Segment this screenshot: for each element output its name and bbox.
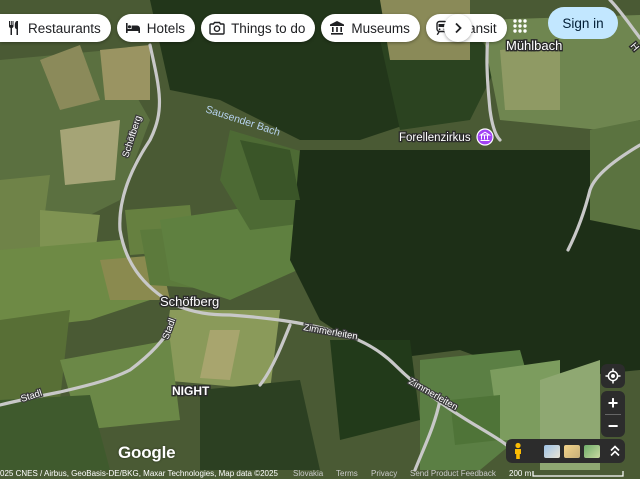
map-attribution: 025 CNES / Airbus, GeoBasis-DE/BKG, Maxa… bbox=[0, 469, 278, 478]
chip-things-to-do[interactable]: Things to do bbox=[201, 14, 316, 42]
zoom-out-button[interactable]: − bbox=[601, 415, 625, 437]
bed-icon bbox=[125, 23, 140, 33]
scale-bar bbox=[532, 471, 624, 477]
chip-label: Restaurants bbox=[28, 20, 101, 36]
my-location-button[interactable] bbox=[601, 364, 625, 388]
scale-label[interactable]: 200 m bbox=[509, 469, 531, 479]
chips-next-button[interactable] bbox=[444, 14, 472, 42]
camera-icon bbox=[209, 21, 225, 35]
footer-feedback-link[interactable]: Send Product Feedback bbox=[410, 469, 496, 479]
place-label-night[interactable]: NIGHT bbox=[171, 383, 212, 400]
chip-label: Museums bbox=[351, 20, 410, 36]
footer-privacy-link[interactable]: Privacy bbox=[371, 469, 397, 479]
zoom-controls: + − bbox=[601, 391, 625, 437]
layer-thumb-transit[interactable] bbox=[584, 444, 600, 458]
zoom-in-button[interactable]: + bbox=[601, 392, 625, 414]
satellite-map[interactable]: Sausender Bach Schöfberg Zimmerleiten Zi… bbox=[0, 0, 640, 479]
chip-museums[interactable]: Museums bbox=[321, 14, 420, 42]
google-logo: Google bbox=[118, 443, 176, 462]
footer-country[interactable]: Slovakia bbox=[293, 469, 323, 479]
category-chips: Restaurants Hotels Things to do Museums … bbox=[0, 14, 507, 42]
chevron-up-double-icon[interactable] bbox=[609, 444, 621, 458]
layer-thumb-terrain[interactable] bbox=[544, 444, 560, 458]
map-footer: 025 CNES / Airbus, GeoBasis-DE/BKG, Maxa… bbox=[0, 469, 640, 479]
place-label-schofberg[interactable]: Schöfberg bbox=[159, 293, 221, 311]
chip-restaurants[interactable]: Restaurants bbox=[0, 14, 111, 42]
place-label-muhlbach[interactable]: Mühlbach bbox=[505, 37, 564, 55]
sign-in-button[interactable]: Sign in bbox=[548, 7, 618, 39]
footer-terms-link[interactable]: Terms bbox=[336, 469, 358, 479]
chip-label: Things to do bbox=[231, 20, 306, 36]
layer-thumb-traffic[interactable] bbox=[564, 444, 580, 458]
layers-panel bbox=[506, 439, 625, 463]
pegman-icon[interactable] bbox=[510, 442, 526, 460]
chip-hotels[interactable]: Hotels bbox=[116, 14, 196, 42]
museum-icon bbox=[330, 21, 345, 35]
poi-forellenzirkus[interactable]: Forellenzirkus bbox=[398, 128, 494, 146]
poi-label: Forellenzirkus bbox=[399, 132, 471, 144]
chip-label: Hotels bbox=[146, 20, 186, 36]
fork-knife-icon bbox=[8, 21, 18, 35]
crosshair-icon bbox=[605, 368, 621, 384]
chevron-right-icon bbox=[455, 22, 462, 34]
apps-grid-icon[interactable] bbox=[506, 12, 534, 40]
